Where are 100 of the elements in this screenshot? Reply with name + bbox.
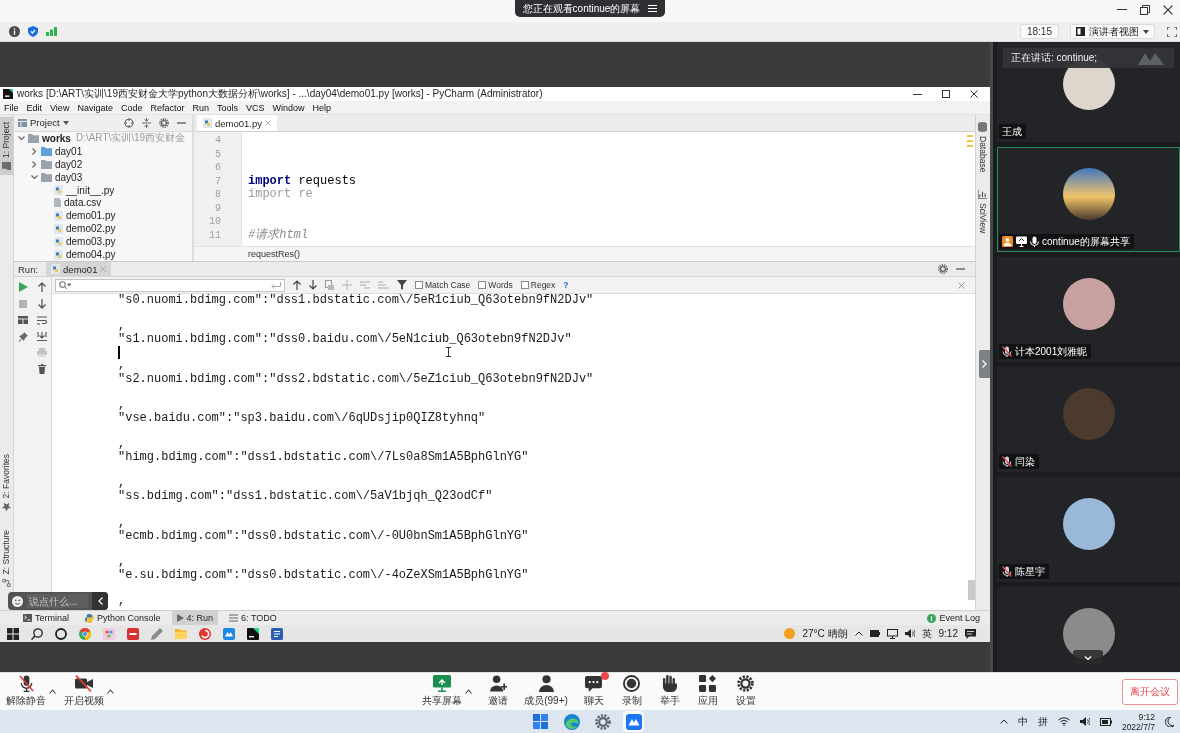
settings-icon[interactable]: [159, 117, 169, 128]
taskbar-app[interactable]: [530, 711, 551, 732]
file-name[interactable]: demo02.py: [66, 223, 116, 235]
caret-up-icon[interactable]: [854, 631, 863, 636]
participant-tile[interactable]: continue的屏幕共享: [997, 147, 1180, 252]
menu-item[interactable]: Edit: [26, 101, 43, 114]
toolbar-button[interactable]: 聊天: [581, 675, 606, 708]
file-name[interactable]: demo04.py: [66, 249, 116, 261]
toolbar-button[interactable]: 开启视频: [64, 675, 104, 708]
arrow-to-line-icon[interactable]: [37, 332, 47, 341]
tool-window-tab[interactable]: SciView: [976, 185, 989, 239]
arrow-down-icon[interactable]: [38, 299, 46, 309]
panel-toggle-button[interactable]: [979, 350, 990, 378]
toolbar-button[interactable]: 解除静音: [6, 675, 46, 708]
input-mode[interactable]: 拼: [1037, 714, 1048, 729]
crosshair-icon[interactable]: [124, 117, 134, 128]
swirl-icon[interactable]: [199, 627, 211, 640]
folder-name[interactable]: day03: [55, 171, 83, 183]
folder-name[interactable]: works: [42, 132, 71, 144]
checkbox[interactable]: [478, 281, 487, 289]
arrow-down-icon[interactable]: [309, 280, 317, 290]
caret-up-icon[interactable]: [49, 689, 56, 694]
app-tile-icon[interactable]: [247, 627, 259, 640]
menu-item[interactable]: VCS: [246, 101, 265, 114]
file-name[interactable]: __init__.py: [66, 184, 115, 196]
caret-up-icon[interactable]: [465, 689, 473, 694]
toolbar-button[interactable]: 成员(99+): [524, 675, 568, 708]
toolbar-button[interactable]: 设置: [733, 675, 758, 708]
fullscreen-icon[interactable]: [1167, 26, 1177, 37]
chevron-down-icon[interactable]: [31, 173, 38, 181]
breadcrumb[interactable]: requestRes(): [248, 249, 301, 259]
scrollbar-thumb[interactable]: [968, 580, 975, 600]
participant-tile[interactable]: 陈星宇: [997, 477, 1180, 582]
toolbar-button[interactable]: 应用: [695, 675, 720, 708]
app-tile-icon[interactable]: [127, 627, 139, 640]
leave-meeting-button[interactable]: 离开会议: [1122, 678, 1178, 705]
pen-icon[interactable]: [151, 627, 163, 640]
tool-window-tab[interactable]: 2: Favorites: [0, 449, 13, 517]
message-icon[interactable]: [965, 628, 976, 639]
search-icon[interactable]: [31, 627, 43, 640]
settings-icon[interactable]: [938, 264, 948, 274]
close-icon[interactable]: [970, 90, 978, 98]
menu-item[interactable]: Refactor: [150, 101, 185, 114]
arrow-up-icon[interactable]: [293, 280, 301, 290]
menu-item[interactable]: View: [50, 101, 70, 114]
tool-window-tab[interactable]: 6: TODO: [224, 611, 282, 625]
scroll-down-button[interactable]: [1073, 650, 1103, 664]
menu-item[interactable]: Code: [120, 101, 143, 114]
folder-name[interactable]: day01: [55, 145, 83, 157]
checkbox[interactable]: [415, 281, 423, 289]
menu-item[interactable]: Run: [192, 101, 209, 114]
file-name[interactable]: demo03.py: [66, 236, 116, 248]
caret-up-icon[interactable]: [999, 719, 1008, 724]
participant-tile[interactable]: 计本2001刘雅昵: [997, 257, 1180, 362]
input-method[interactable]: 英: [921, 626, 932, 641]
tool-window-tab[interactable]: Terminal: [18, 611, 74, 625]
toolbar-button[interactable]: 录制: [619, 675, 644, 708]
trash-icon[interactable]: [38, 364, 46, 374]
tool-window-tab[interactable]: 4: Run: [171, 611, 219, 625]
app-tile-icon[interactable]: [223, 627, 235, 640]
checkbox-option[interactable]: Regex: [520, 280, 556, 290]
tool-window-tab[interactable]: Database: [976, 117, 989, 178]
maximize-icon[interactable]: [942, 90, 950, 98]
tool-window-tab[interactable]: 1: Project: [0, 117, 13, 175]
tool-window-tab[interactable]: Z: Structure: [0, 524, 13, 592]
minus-icon[interactable]: [177, 121, 186, 124]
menu-item[interactable]: Window: [272, 101, 305, 114]
wrap-lines-icon[interactable]: [37, 316, 47, 325]
toolbar-button[interactable]: 共享屏幕: [422, 675, 463, 708]
run-icon[interactable]: [18, 282, 28, 292]
toolbar-button[interactable]: 邀请: [486, 675, 511, 708]
help-link[interactable]: ?: [563, 280, 569, 290]
collapse-arrows-icon[interactable]: [142, 117, 151, 128]
checkbox-option[interactable]: Words: [478, 280, 513, 290]
taskbar-app[interactable]: [592, 711, 613, 732]
restore-icon[interactable]: [1140, 4, 1150, 15]
document-icon[interactable]: [271, 627, 283, 640]
file-name[interactable]: demo01.py: [66, 210, 116, 222]
run-tab[interactable]: demo01: [46, 262, 112, 276]
participant-tile[interactable]: [997, 587, 1180, 672]
menu-item[interactable]: Tools: [216, 101, 238, 114]
menu-item[interactable]: Navigate: [77, 101, 113, 114]
chevron-down-icon[interactable]: [18, 134, 25, 142]
checkbox-option[interactable]: Match Case: [415, 280, 471, 290]
toolbar-button[interactable]: 举手: [657, 675, 682, 708]
color-wheel-icon[interactable]: [79, 627, 91, 640]
minimize-icon[interactable]: [913, 93, 922, 95]
taskbar-app[interactable]: [561, 711, 582, 732]
tool-window-tab[interactable]: Python Console: [80, 611, 166, 625]
search-field[interactable]: [55, 278, 285, 292]
arrow-up-icon[interactable]: [38, 282, 46, 292]
filter-icon[interactable]: [397, 280, 407, 290]
menu-icon[interactable]: [648, 5, 658, 12]
menu-item[interactable]: File: [4, 101, 19, 114]
ring-icon[interactable]: [55, 627, 67, 640]
menu-item[interactable]: Help: [312, 101, 332, 114]
participant-tile[interactable]: 闫染: [997, 367, 1180, 472]
close-icon[interactable]: [1163, 4, 1173, 15]
caret-up-icon[interactable]: [107, 689, 114, 694]
layout-icon[interactable]: [18, 316, 28, 324]
